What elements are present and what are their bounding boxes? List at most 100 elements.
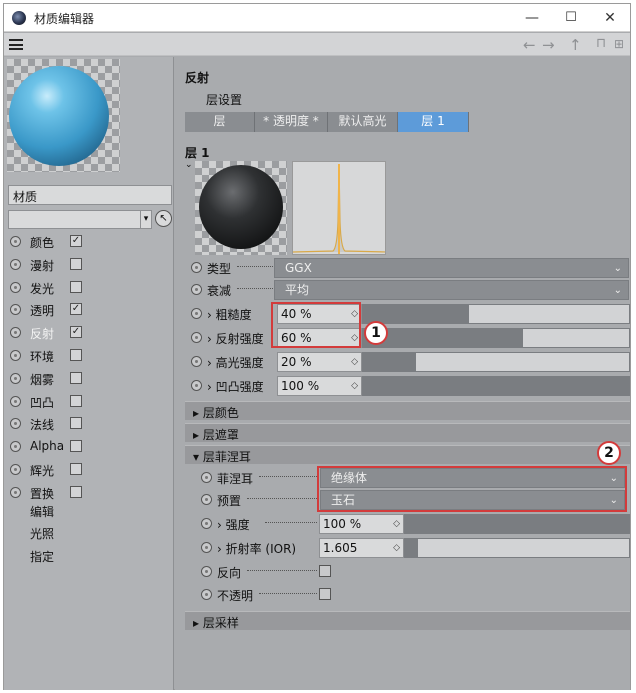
minimize-button[interactable]: — <box>512 6 552 30</box>
group-layer-sampling[interactable]: ▸ 层采样 <box>185 611 630 630</box>
channel-label: 置换 <box>30 486 55 501</box>
channel-checkbox[interactable] <box>70 257 82 270</box>
title-bar: 材质编辑器 — ☐ ✕ <box>4 4 630 32</box>
anim-radio[interactable] <box>10 304 21 316</box>
material-name-field[interactable]: 材质 <box>8 185 172 205</box>
anim-radio[interactable] <box>191 284 202 295</box>
sidebar-item-edit[interactable]: 编辑 <box>30 503 54 520</box>
bump-strength-slider[interactable] <box>362 376 630 396</box>
sidebar-item-channel[interactable]: 漫射 <box>10 255 170 275</box>
falloff-dropdown[interactable]: 平均 ⌄ <box>274 280 629 300</box>
anim-radio[interactable] <box>10 327 21 339</box>
type-dropdown[interactable]: GGX ⌄ <box>274 258 629 278</box>
roughness-slider[interactable] <box>362 304 630 324</box>
pick-icon[interactable]: ↖ <box>155 210 172 227</box>
sidebar-item-channel[interactable]: 发光 <box>10 278 170 298</box>
channel-checkbox[interactable] <box>70 371 82 384</box>
sidebar-item-illumination[interactable]: 光照 <box>30 525 54 542</box>
channel-checkbox[interactable] <box>70 394 82 407</box>
maximize-button[interactable]: ☐ <box>551 6 591 30</box>
layer-preview[interactable] <box>195 161 287 255</box>
anim-radio[interactable] <box>201 518 212 529</box>
strength-slider[interactable] <box>404 514 630 534</box>
group-layer-color[interactable]: ▸ 层颜色 <box>185 401 630 420</box>
anim-radio[interactable] <box>10 441 21 453</box>
anim-radio[interactable] <box>201 494 212 505</box>
sidebar-item-channel[interactable]: 烟雾 <box>10 369 170 389</box>
new-window-icon[interactable]: ⊞ <box>614 37 624 51</box>
sidebar-item-channel[interactable]: 置换 <box>10 483 170 503</box>
tab-layer[interactable]: 层 <box>185 112 255 132</box>
bump-strength-field[interactable]: 100 % ◇ <box>277 376 362 396</box>
tab-default-specular[interactable]: 默认高光 <box>328 112 398 132</box>
forward-arrow-icon[interactable]: → <box>542 36 555 54</box>
falloff-row: 衰减 平均 ⌄ <box>185 279 630 301</box>
chevron-down-icon[interactable]: ⌄ <box>185 160 193 170</box>
preview-sphere <box>9 66 109 166</box>
channel-checkbox[interactable]: ✓ <box>70 235 82 247</box>
anim-radio[interactable] <box>201 566 212 577</box>
section-title: 反射 <box>185 71 210 85</box>
lock-icon[interactable]: ⊓ <box>596 36 606 51</box>
chevron-down-icon[interactable]: ▾ <box>140 210 152 229</box>
anim-radio[interactable] <box>201 472 212 483</box>
anim-radio[interactable] <box>201 589 212 600</box>
invert-checkbox[interactable] <box>319 565 331 577</box>
app-icon <box>12 11 26 25</box>
specular-strength-field[interactable]: 20 % ◇ <box>277 352 362 372</box>
invert-row: 反向 <box>195 561 630 583</box>
reflection-strength-slider[interactable] <box>362 328 630 348</box>
reflection-strength-row: › 反射强度 60 % ◇ <box>185 327 630 349</box>
anim-radio[interactable] <box>10 281 21 293</box>
roughness-label: › 粗糙度 <box>207 308 252 322</box>
sidebar-item-channel[interactable]: 透明 ✓ <box>10 300 170 320</box>
specular-strength-slider[interactable] <box>362 352 630 372</box>
material-select[interactable] <box>8 210 142 229</box>
channel-checkbox[interactable]: ✓ <box>70 303 82 316</box>
sidebar-item-channel[interactable]: 法线 <box>10 414 170 434</box>
anim-radio[interactable] <box>10 418 21 430</box>
anim-radio[interactable] <box>10 350 21 361</box>
anim-radio[interactable] <box>191 356 202 367</box>
anim-radio[interactable] <box>191 308 202 319</box>
menu-icon[interactable] <box>9 39 23 50</box>
anim-radio[interactable] <box>10 464 21 475</box>
sidebar-item-channel[interactable]: Alpha <box>10 437 170 457</box>
anim-radio[interactable] <box>10 372 21 384</box>
group-layer-fresnel[interactable]: ▾ 层菲涅耳 <box>185 445 630 464</box>
annotation-badge-2: 2 <box>597 441 621 465</box>
sidebar-item-channel[interactable]: 辉光 <box>10 460 170 480</box>
anim-radio[interactable] <box>10 236 21 247</box>
anim-radio[interactable] <box>10 486 21 498</box>
channel-label: Alpha <box>30 439 65 454</box>
channel-checkbox[interactable]: ✓ <box>70 326 82 339</box>
anim-radio[interactable] <box>191 262 202 273</box>
strength-field[interactable]: 100 % ◇ <box>319 514 404 534</box>
anim-radio[interactable] <box>191 332 202 343</box>
sidebar-item-channel[interactable]: 环境 <box>10 346 170 366</box>
anim-radio[interactable] <box>191 380 202 391</box>
anim-radio[interactable] <box>10 258 21 270</box>
ior-field[interactable]: 1.605 ◇ <box>319 538 404 558</box>
channel-checkbox[interactable] <box>70 280 82 293</box>
channel-checkbox[interactable] <box>70 440 82 453</box>
material-preview[interactable] <box>7 59 120 172</box>
tab-transparency[interactable]: * 透明度 * <box>255 112 328 132</box>
sidebar-item-channel[interactable]: 颜色 ✓ <box>10 232 170 252</box>
channel-checkbox[interactable] <box>70 485 82 498</box>
anim-radio[interactable] <box>201 542 212 553</box>
tab-layer-1[interactable]: 层 1 <box>398 112 469 132</box>
up-arrow-icon[interactable]: ↑ <box>569 36 582 54</box>
group-layer-mask[interactable]: ▸ 层遮罩 <box>185 423 630 442</box>
sidebar-item-channel[interactable]: 凹凸 <box>10 392 170 412</box>
channel-checkbox[interactable] <box>70 417 82 430</box>
anim-radio[interactable] <box>10 395 21 407</box>
channel-checkbox[interactable] <box>70 349 82 361</box>
sidebar-item-assign[interactable]: 指定 <box>30 548 54 565</box>
channel-checkbox[interactable] <box>70 463 82 475</box>
close-button[interactable]: ✕ <box>590 6 630 30</box>
opaque-checkbox[interactable] <box>319 588 331 600</box>
sidebar-item-channel[interactable]: 反射 ✓ <box>10 323 170 343</box>
ior-slider[interactable] <box>404 538 630 558</box>
back-arrow-icon[interactable]: ← <box>523 36 536 54</box>
